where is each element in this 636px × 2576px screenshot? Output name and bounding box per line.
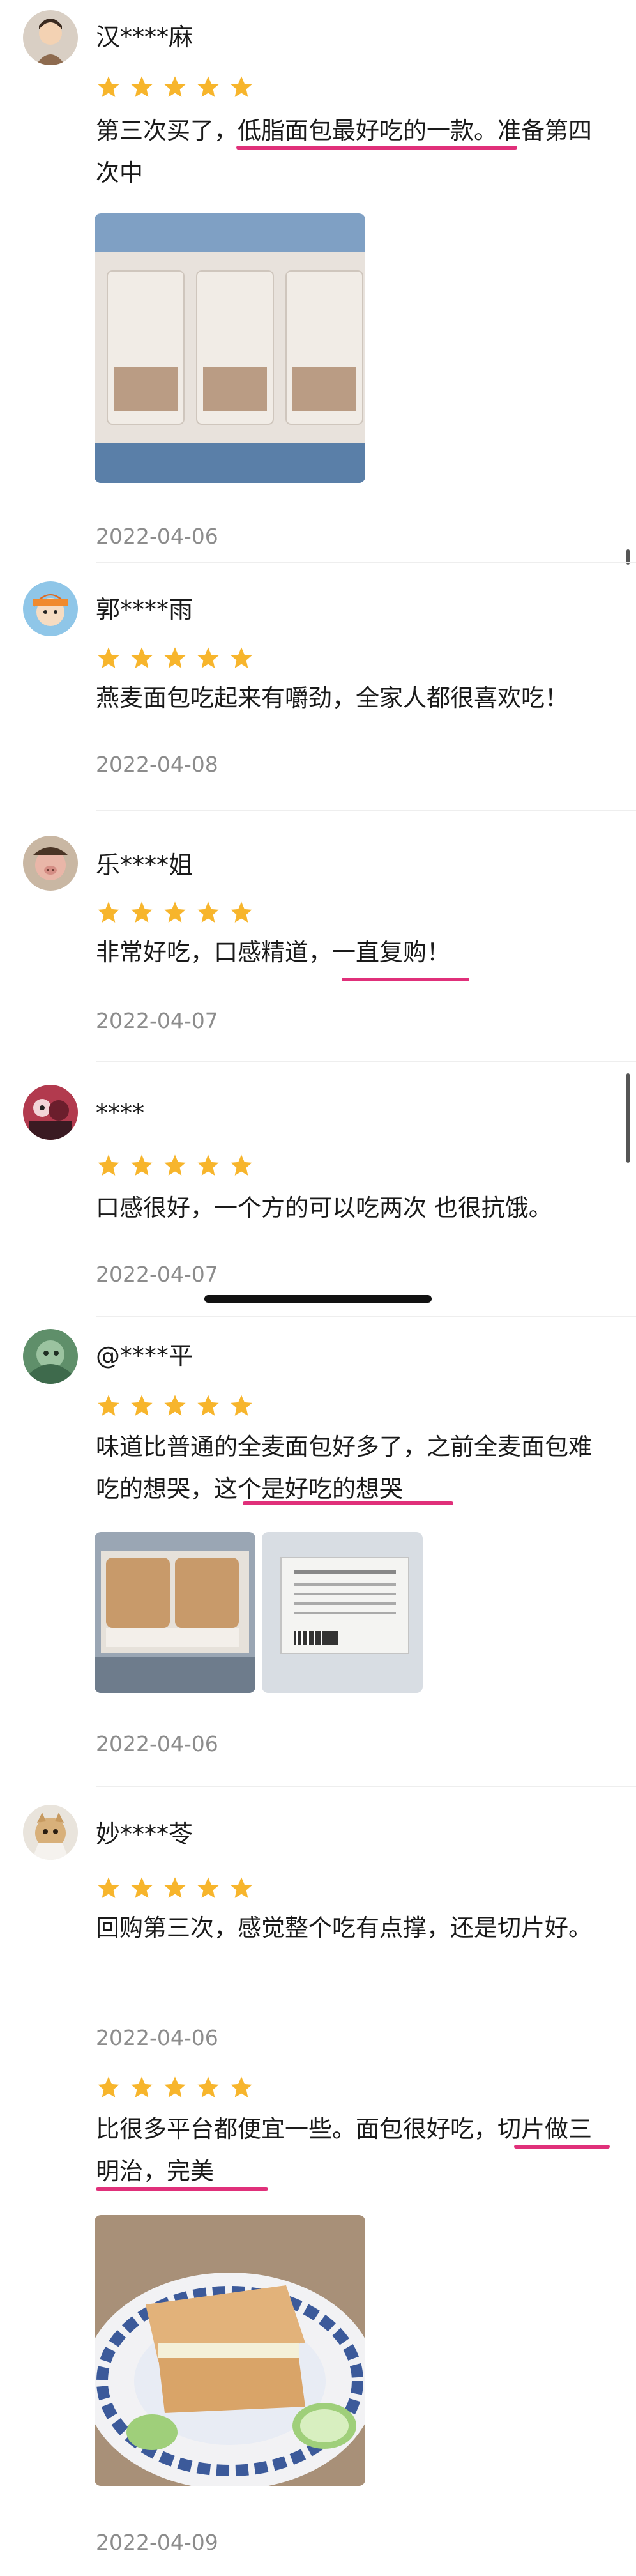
star-icon [131,647,153,668]
star-icon [231,1877,252,1898]
star-icon [197,1395,219,1416]
star-icon [231,1395,252,1416]
star-icon [197,1877,219,1898]
star-icon [131,1154,153,1176]
review-1: 汉****麻 第三次买了，低脂面包最好吃的一款。准备第四次中 2022-04-0… [0,0,636,562]
star-icon [231,2076,252,2097]
review-photo[interactable] [262,1532,423,1693]
star-icon [98,647,119,668]
review-4: **** 口感很好，一个方的可以吃两次 也很抗饿。 2022-04-07 [0,1061,636,1316]
star-icon [164,1154,186,1176]
review-date: 2022-04-06 [96,1731,218,1756]
star-icon [231,1154,252,1176]
avatar[interactable] [23,10,78,65]
review-date: 2022-04-06 [96,524,218,549]
star-icon [197,901,219,923]
star-icon [164,76,186,97]
star-rating [96,1875,254,1901]
star-icon [131,2076,153,2097]
review-date: 2022-04-07 [96,1262,218,1287]
avatar[interactable] [23,1329,78,1384]
star-icon [231,76,252,97]
star-rating [96,1393,254,1418]
username: 乐****姐 [96,851,193,879]
review-6: 妙****苓 回购第三次，感觉整个吃有点撑，还是切片好。 2022-04-06 … [0,1786,636,2576]
star-icon [98,1877,119,1898]
review-photo[interactable] [95,2215,365,2486]
review-date: 2022-04-06 [96,2025,218,2050]
review-text: 口感很好，一个方的可以吃两次 也很抗饿。 [96,1194,552,1222]
review-text: 味道比普通的全麦面包好多了，之前全麦面包难吃的想哭，这个是好吃的想哭 [96,1433,592,1503]
star-icon [164,1877,186,1898]
review-photo[interactable] [95,213,365,483]
star-icon [197,76,219,97]
highlight-underline [514,2145,610,2149]
star-icon [164,1395,186,1416]
star-rating [96,74,254,100]
star-icon [131,1877,153,1898]
scroll-indicator[interactable] [626,1073,630,1163]
review-text: 回购第三次，感觉整个吃有点撑，还是切片好。 [96,1914,592,1942]
star-icon [231,901,252,923]
review-5: @****平 味道比普通的全麦面包好多了，之前全麦面包难吃的想哭，这个是好吃的想… [0,1316,636,1786]
highlighted-text: 一直复购 [332,939,427,966]
star-icon [131,901,153,923]
star-rating [96,900,254,925]
avatar[interactable] [23,581,78,636]
star-rating [96,645,254,671]
star-icon [131,1395,153,1416]
star-icon [98,1154,119,1176]
home-indicator-bar[interactable] [204,1295,432,1303]
avatar[interactable] [23,1805,78,1860]
star-icon [164,2076,186,2097]
review-2: 郭****雨 燕麦面包吃起来有嚼劲，全家人都很喜欢吃！ 2022-04-08 [0,562,636,811]
star-icon [98,901,119,923]
username: @****平 [96,1342,193,1370]
username: **** [96,1099,144,1127]
highlighted-text: 低脂面包最好吃的一款 [238,117,474,144]
star-rating [96,1153,254,1178]
highlighted-text: 这个是好吃的想哭 [214,1475,403,1503]
star-icon [197,647,219,668]
review-date: 2022-04-08 [96,752,218,777]
followup-text: 比很多平台都便宜一些。面包很好吃，切片做三明治，完美 [96,2115,592,2185]
avatar[interactable] [23,1085,78,1140]
username: 妙****苓 [96,1820,193,1848]
star-icon [98,2076,119,2097]
followup-star-rating [96,2074,254,2100]
review-text: 非常好吃，口感精道，一直复购！ [96,939,450,966]
avatar[interactable] [23,836,78,891]
highlight-underline [342,977,469,981]
username: 郭****雨 [96,595,193,624]
highlight-underline [243,1501,453,1505]
star-icon [197,1154,219,1176]
star-icon [131,76,153,97]
review-date: 2022-04-09 [96,2530,218,2555]
star-icon [164,647,186,668]
star-icon [98,1395,119,1416]
review-3: 乐****姐 非常好吃，口感精道，一直复购！ 2022-04-07 [0,810,636,1059]
review-date: 2022-04-07 [96,1008,218,1033]
star-icon [98,76,119,97]
username: 汉****麻 [96,23,193,51]
star-icon [197,2076,219,2097]
star-icon [231,647,252,668]
review-photo[interactable] [95,1532,255,1693]
review-text: 燕麦面包吃起来有嚼劲，全家人都很喜欢吃！ [96,684,568,712]
review-text: 第三次买了，低脂面包最好吃的一款。准备第四次中 [96,117,592,187]
highlight-underline [96,2187,268,2191]
star-icon [164,901,186,923]
highlight-underline [236,146,517,150]
